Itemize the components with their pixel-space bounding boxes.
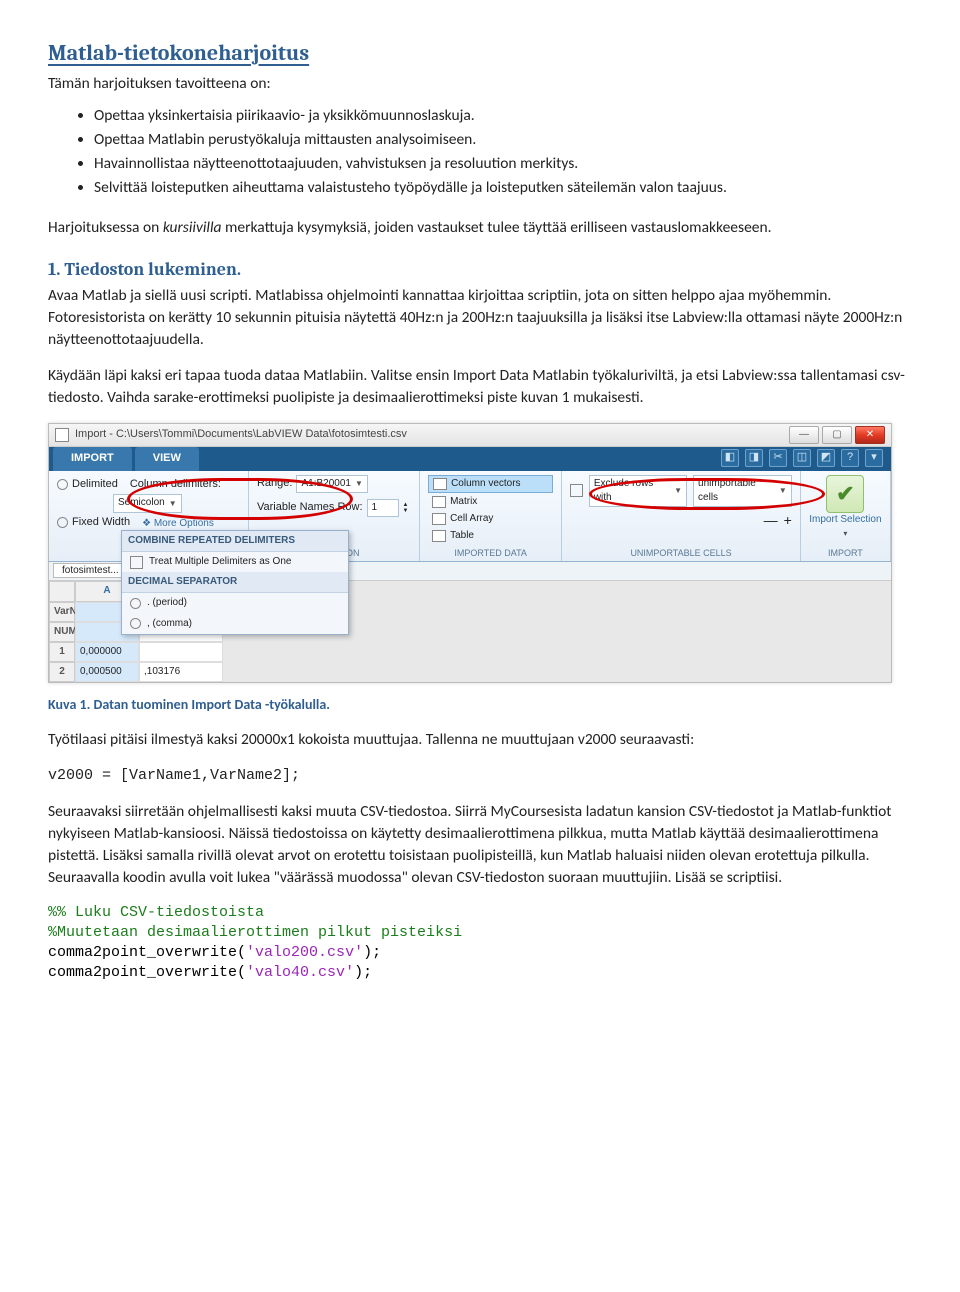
- more-options-link[interactable]: ❖ More Options: [142, 517, 214, 531]
- import-selection-label: Import Selection ▾: [809, 513, 882, 541]
- help-icon[interactable]: ?: [841, 449, 859, 467]
- import-window: Import - C:\Users\Tommi\Documents\LabVIE…: [48, 423, 892, 684]
- type-table[interactable]: Table: [428, 528, 553, 544]
- figure-caption: Kuva 1. Datan tuominen Import Data -työk…: [48, 695, 912, 715]
- code-block: %% Luku CSV-tiedostoista %Muutetaan desi…: [48, 903, 912, 984]
- ribbon-tabs: IMPORT VIEW ◧ ◨ ✂ ◫ ◩ ? ▾: [49, 447, 891, 471]
- maximize-button[interactable]: ▢: [822, 426, 852, 444]
- tab-import[interactable]: IMPORT: [53, 447, 132, 471]
- code-text: );: [354, 964, 372, 981]
- delimiter-select[interactable]: Semicolon▼: [113, 494, 182, 512]
- cell-r1c1[interactable]: 0,000000: [75, 642, 139, 662]
- popup-combine-header: COMBINE REPEATED DELIMITERS: [122, 531, 348, 552]
- italic-note-em: kursiivilla: [163, 218, 222, 237]
- bullet-item: Havainnollistaa näytteenottotaajuuden, v…: [94, 153, 912, 175]
- code-string: 'valo200.csv': [246, 944, 363, 961]
- popup-period-row[interactable]: . (period): [122, 593, 348, 613]
- italic-note-post: merkattuja kysymyksiä, joiden vastaukset…: [222, 218, 772, 237]
- matrix-icon: [432, 496, 446, 508]
- sheet-tab[interactable]: fotosimtest...: [53, 563, 128, 578]
- ql-cut-icon[interactable]: ✂: [769, 449, 787, 467]
- remove-row-button[interactable]: —: [764, 511, 778, 531]
- exclude-action-select[interactable]: Exclude rows with▼: [589, 475, 687, 507]
- ql-icon[interactable]: ◧: [721, 449, 739, 467]
- type-cell-array[interactable]: Cell Array: [428, 511, 553, 527]
- radio-comma[interactable]: [130, 618, 141, 629]
- bullet-list: Opettaa yksinkertaisia piirikaavio- ja y…: [48, 105, 912, 199]
- after-fig-p1: Työtilaasi pitäisi ilmestyä kaksi 20000x…: [48, 729, 912, 751]
- code-comment: %% Luku CSV-tiedostoista: [48, 904, 264, 921]
- document-icon: [55, 428, 69, 442]
- col-delimiters-label: Column delimiters:: [130, 477, 221, 493]
- after-code-p: Seuraavaksi siirretään ohjelmallisesti k…: [48, 801, 912, 889]
- row-1-header: 1: [49, 642, 75, 662]
- popup-comma-row[interactable]: , (comma): [122, 614, 348, 634]
- bullet-item: Opettaa yksinkertaisia piirikaavio- ja y…: [94, 105, 912, 127]
- varname-header: VarName: [49, 602, 75, 622]
- cell-r2c1[interactable]: 0,000500: [75, 662, 139, 682]
- cell-array-icon: [432, 513, 446, 525]
- output-type-list: Column vectors Matrix Cell Array Table: [428, 475, 553, 545]
- code-text: );: [363, 944, 381, 961]
- chevron-down-icon: ▼: [355, 478, 363, 489]
- code-comment: %Muutetaan desimaalierottimen pilkut pis…: [48, 924, 462, 941]
- page-title: Matlab-tietokoneharjoitus: [48, 38, 912, 69]
- chevron-down-icon: ▾: [843, 529, 847, 538]
- ql-icon[interactable]: ◩: [817, 449, 835, 467]
- table-icon: [432, 530, 446, 542]
- italic-note-pre: Harjoituksessa on: [48, 218, 163, 237]
- popup-treat-row[interactable]: Treat Multiple Delimiters as One: [122, 552, 348, 572]
- section-1-title: 1. Tiedoston lukeminen.: [48, 257, 912, 283]
- radio-delimited-label: Delimited: [72, 477, 118, 493]
- bullet-item: Selvittää loisteputken aiheuttama valais…: [94, 177, 912, 199]
- bullet-item: Opettaa Matlabin perustyökaluja mittaust…: [94, 129, 912, 151]
- dropdown-icon[interactable]: ▾: [865, 449, 883, 467]
- window-title: Import - C:\Users\Tommi\Documents\LabVIE…: [75, 427, 407, 443]
- intro-line: Tämän harjoituksen tavoitteena on:: [48, 73, 912, 95]
- popup-decimal-header: DECIMAL SEPARATOR: [122, 572, 348, 593]
- code-text: comma2point_overwrite(: [48, 944, 246, 961]
- radio-fixed[interactable]: [57, 517, 68, 528]
- column-vectors-icon: [433, 478, 447, 490]
- cell-r2c2[interactable]: ,103176: [139, 662, 223, 682]
- varnames-label: Variable Names Row:: [257, 500, 363, 516]
- type-column-vectors[interactable]: Column vectors: [428, 475, 553, 493]
- type-matrix[interactable]: Matrix: [428, 494, 553, 510]
- chevron-down-icon: ▼: [779, 485, 787, 496]
- italic-note: Harjoituksessa on kursiivilla merkattuja…: [48, 217, 912, 239]
- range-field[interactable]: A1:B20001▼: [296, 475, 367, 493]
- exclude-value-select[interactable]: unimportable cells▼: [693, 475, 792, 507]
- section-1-p2: Käydään läpi kaksi eri tapaa tuoda dataa…: [48, 365, 912, 409]
- close-button[interactable]: ✕: [855, 426, 885, 444]
- number-header: NUMBER: [49, 622, 75, 642]
- delimiter-options-popup: COMBINE REPEATED DELIMITERS Treat Multip…: [121, 530, 349, 635]
- group-label-unimportable: UNIMPORTABLE CELLS: [570, 545, 792, 560]
- exclude-check[interactable]: [570, 484, 583, 497]
- group-label-import: IMPORT: [828, 545, 863, 560]
- chevron-down-icon: ▼: [674, 485, 682, 496]
- radio-period[interactable]: [130, 598, 141, 609]
- import-selection-button[interactable]: ✔: [826, 475, 864, 513]
- ql-icon[interactable]: ◫: [793, 449, 811, 467]
- minimize-button[interactable]: —: [789, 426, 819, 444]
- section-1-p1: Avaa Matlab ja siellä uusi scripti. Matl…: [48, 285, 912, 351]
- ql-icon[interactable]: ◨: [745, 449, 763, 467]
- checkbox-icon[interactable]: [130, 556, 143, 569]
- window-titlebar: Import - C:\Users\Tommi\Documents\LabVIE…: [49, 424, 891, 447]
- chevron-down-icon: ▼: [169, 498, 177, 509]
- tab-view[interactable]: VIEW: [135, 447, 199, 471]
- code-text: comma2point_overwrite(: [48, 964, 246, 981]
- group-label-imported: IMPORTED DATA: [428, 545, 553, 560]
- radio-delimited[interactable]: [57, 479, 68, 490]
- varnames-field[interactable]: 1: [367, 499, 399, 517]
- row-2-header: 2: [49, 662, 75, 682]
- stepper-down-icon[interactable]: ▼: [403, 508, 409, 514]
- add-row-button[interactable]: +: [784, 511, 792, 531]
- code-string: 'valo40.csv': [246, 964, 354, 981]
- code-inline: v2000 = [VarName1,VarName2];: [48, 765, 912, 786]
- radio-fixed-label: Fixed Width: [72, 515, 130, 531]
- range-label: Range:: [257, 476, 292, 492]
